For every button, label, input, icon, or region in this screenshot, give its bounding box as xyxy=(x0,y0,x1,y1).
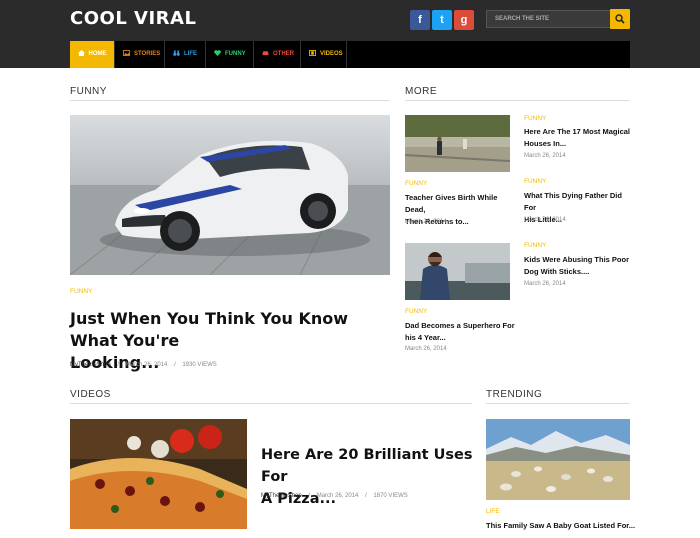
more-item-title-line: his 4 Year... xyxy=(405,333,446,342)
view-count: 1930 VIEWS xyxy=(182,362,217,368)
meta-separator: / xyxy=(365,493,367,499)
nav-label-stories: STORIES xyxy=(134,51,161,57)
more-item-title-line: Here Are The 17 Most Magical xyxy=(524,127,631,136)
more-item-category[interactable]: FUNNY xyxy=(405,180,427,187)
nav-item-life[interactable]: LIFE xyxy=(164,41,206,68)
more-item-date: March 26, 2014 xyxy=(405,346,447,352)
trending-image[interactable] xyxy=(486,419,630,500)
site-logo[interactable]: COOL VIRAL xyxy=(70,8,196,29)
post-date: March 26, 2014 xyxy=(316,493,359,499)
nav-item-videos[interactable]: VIDEOS xyxy=(300,41,347,68)
more-item-title-line: Dog With Sticks.... xyxy=(524,267,590,276)
more-item-title-line: Kids Were Abusing This Poor xyxy=(524,255,630,264)
search-icon xyxy=(615,14,625,24)
more-item-date: March 26, 2014 xyxy=(524,217,566,223)
more-item-title[interactable]: Here Are The 17 Most Magical Houses In..… xyxy=(524,126,634,150)
more-item-category[interactable]: FUNNY xyxy=(405,308,427,315)
featured-meta: MyThemeShop / March 26, 2014 / 1930 VIEW… xyxy=(70,362,217,368)
more-item-date: March 26, 2014 xyxy=(405,219,447,225)
section-title-trending: TRENDING xyxy=(486,389,543,400)
more-item-title-line: Dad Becomes a Superhero For xyxy=(405,321,515,330)
video-thumbnail[interactable] xyxy=(70,419,247,529)
section-title-videos: VIDEOS xyxy=(70,389,111,400)
nav-item-home[interactable]: HOME xyxy=(70,41,115,68)
facebook-icon[interactable]: f xyxy=(410,10,430,30)
meta-separator: / xyxy=(117,362,120,368)
section-divider xyxy=(405,100,630,101)
nav-label-home: HOME xyxy=(88,51,107,57)
more-item-date: March 26, 2014 xyxy=(524,153,566,159)
video-title[interactable]: Here Are 20 Brilliant Uses For A Pizza..… xyxy=(261,444,481,510)
section-divider xyxy=(486,403,630,404)
meta-separator: / xyxy=(308,493,311,499)
search-button[interactable] xyxy=(610,9,630,29)
twitter-icon[interactable]: t xyxy=(432,10,452,30)
google-plus-icon[interactable]: g xyxy=(454,10,474,30)
nav-label-videos: VIDEOS xyxy=(320,51,343,57)
meta-separator: / xyxy=(174,362,176,368)
video-meta: MyThemeShop / March 26, 2014 / 1870 VIEW… xyxy=(261,493,408,499)
featured-category[interactable]: FUNNY xyxy=(70,288,92,295)
more-item-image[interactable] xyxy=(405,243,510,300)
car-icon xyxy=(262,51,269,56)
section-title-funny: FUNNY xyxy=(70,86,107,97)
more-item-category[interactable]: FUNNY xyxy=(524,242,546,249)
more-item-title[interactable]: Dad Becomes a Superhero For his 4 Year..… xyxy=(405,320,515,344)
more-item-image[interactable] xyxy=(405,115,510,172)
post-date: March 26, 2014 xyxy=(125,362,168,368)
more-item-title-line: Teacher Gives Birth While Dead, xyxy=(405,193,498,214)
trending-category[interactable]: LIFE xyxy=(486,508,500,515)
trending-title[interactable]: This Family Saw A Baby Goat Listed For..… xyxy=(486,520,636,532)
featured-title-line-1: Just When You Think You Know What You're xyxy=(70,309,349,350)
binoculars-icon xyxy=(173,50,180,57)
section-title-more: MORE xyxy=(405,86,437,97)
more-item-title-line: Houses In... xyxy=(524,139,567,148)
more-item-category[interactable]: FUNNY xyxy=(524,115,546,122)
author-link[interactable]: MyThemeShop xyxy=(261,493,302,499)
video-title-line-1: Here Are 20 Brilliant Uses For xyxy=(261,447,473,485)
image-icon xyxy=(123,50,130,57)
section-divider xyxy=(70,100,390,101)
featured-image[interactable] xyxy=(70,115,390,275)
nav-label-funny: FUNNY xyxy=(225,51,246,57)
more-item-title-line: What This Dying Father Did For xyxy=(524,191,622,212)
nav-label-other: OTHER xyxy=(273,51,294,57)
nav-label-life: LIFE xyxy=(184,51,197,57)
nav-item-other[interactable]: OTHER xyxy=(253,41,301,68)
more-item-category[interactable]: FUNNY xyxy=(524,178,546,185)
search-input[interactable]: SEARCH THE SITE xyxy=(486,10,616,28)
video-title-line-2: A Pizza... xyxy=(261,491,337,507)
nav-item-stories[interactable]: STORIES xyxy=(114,41,165,68)
view-count: 1870 VIEWS xyxy=(373,493,408,499)
more-item-date: March 26, 2014 xyxy=(524,281,566,287)
main-nav: HOME STORIES LIFE FUNNY OTHER VIDEOS xyxy=(70,41,630,68)
site-header: COOL VIRAL f t g SEARCH THE SITE HOME ST… xyxy=(0,0,700,68)
author-link[interactable]: MyThemeShop xyxy=(70,362,111,368)
section-divider xyxy=(70,403,472,404)
heart-icon xyxy=(214,50,221,57)
home-icon xyxy=(77,50,85,57)
film-icon xyxy=(309,50,316,57)
more-item-title[interactable]: Kids Were Abusing This Poor Dog With Sti… xyxy=(524,254,634,278)
nav-item-funny[interactable]: FUNNY xyxy=(205,41,254,68)
